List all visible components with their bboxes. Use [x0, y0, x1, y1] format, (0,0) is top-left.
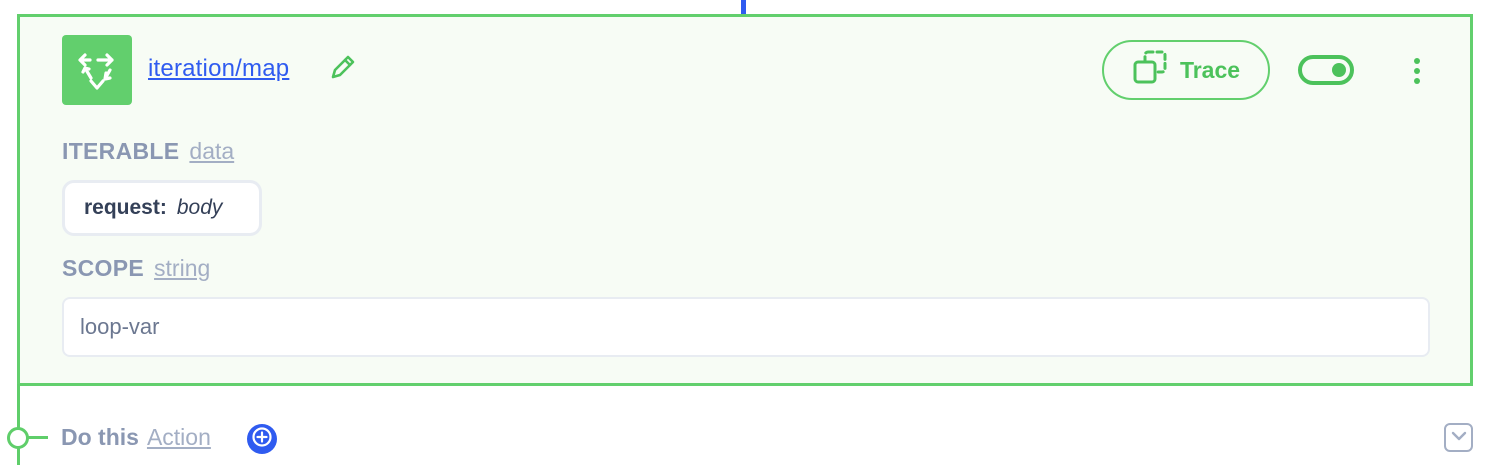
- chip-value: body: [176, 196, 223, 219]
- scope-label-text: SCOPE: [62, 255, 145, 281]
- kebab-dot: [1414, 58, 1420, 64]
- toggle-knob: [1332, 63, 1346, 77]
- collapse-button[interactable]: [1444, 423, 1473, 452]
- more-options-button[interactable]: [1405, 55, 1429, 87]
- do-this-section-label: Do this Action: [61, 424, 211, 451]
- scope-type-link[interactable]: string: [154, 255, 210, 281]
- trace-label: Trace: [1179, 56, 1241, 83]
- do-this-text: Do this: [61, 424, 139, 450]
- iterable-label-text: ITERABLE: [62, 138, 180, 164]
- loop-arrows-icon: [62, 35, 132, 105]
- action-type-link[interactable]: Action: [147, 424, 211, 450]
- pencil-icon: [329, 53, 357, 86]
- trace-icon: [1132, 49, 1168, 91]
- scope-field-label: SCOPE string: [62, 255, 210, 282]
- iterable-value-chip[interactable]: request: body: [62, 180, 262, 236]
- chip-key: request:: [84, 196, 167, 219]
- iterable-field-label: ITERABLE data: [62, 138, 234, 165]
- workflow-canvas: iteration/map Trace ITERABLE data reques…: [0, 0, 1485, 465]
- iterable-type-link[interactable]: data: [189, 138, 234, 164]
- kebab-dot: [1414, 68, 1420, 74]
- flow-rail-line: [17, 384, 20, 465]
- trace-button[interactable]: Trace: [1102, 40, 1270, 100]
- edit-title-button[interactable]: [328, 53, 358, 85]
- step-enabled-toggle[interactable]: [1298, 55, 1354, 85]
- flow-rail-tick: [28, 436, 48, 439]
- kebab-dot: [1414, 78, 1420, 84]
- flow-rail-node: [7, 427, 29, 449]
- chevron-down-icon: [1450, 429, 1468, 447]
- add-action-button[interactable]: [247, 424, 277, 454]
- step-title-link[interactable]: iteration/map: [148, 55, 289, 83]
- iteration-step-card: iteration/map Trace ITERABLE data reques…: [17, 14, 1473, 386]
- scope-input[interactable]: [62, 297, 1430, 357]
- plus-icon: [251, 426, 273, 453]
